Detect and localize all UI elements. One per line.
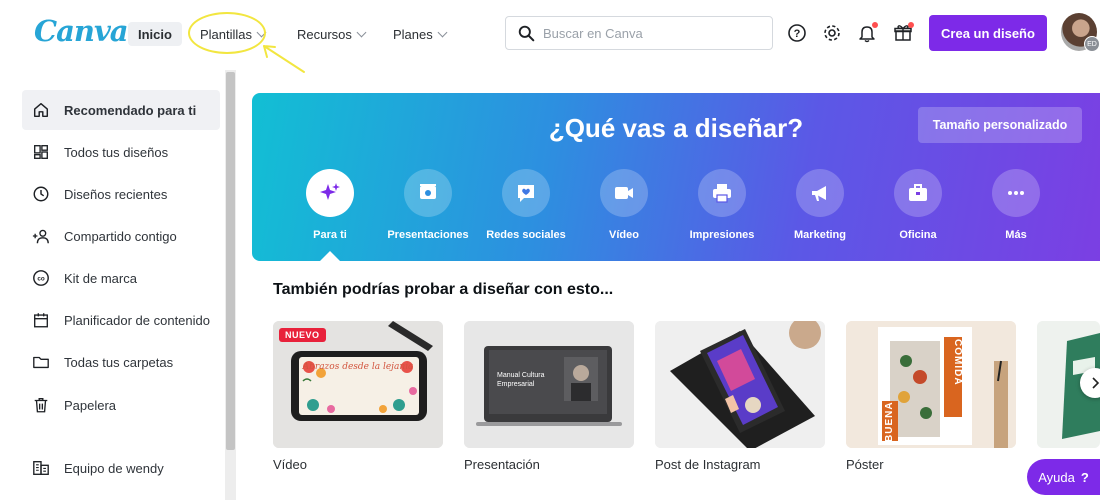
sidebar-item-label: Compartido contigo	[64, 228, 177, 244]
trash-icon	[34, 398, 48, 413]
sidebar-item-recomendado[interactable]: Recomendado para ti	[22, 90, 220, 130]
suggestions-title: También podrías probar a diseñar con est…	[273, 281, 614, 298]
briefcase-icon	[894, 169, 942, 217]
card-poster[interactable]	[846, 321, 1016, 448]
nav-planes[interactable]: Planes	[393, 22, 448, 46]
hero-banner: ¿Qué vas a diseñar? Tamaño personalizado…	[252, 93, 1100, 261]
chevron-down-icon	[356, 27, 367, 37]
category-presentaciones[interactable]: Presentaciones	[376, 169, 480, 241]
card-thumbnail-text: Manual Cultura Empresarial	[497, 372, 545, 388]
card-thumbnail-text: BUENA	[884, 401, 895, 442]
annotation-arrow-icon	[263, 45, 305, 73]
category-label: Marketing	[794, 229, 846, 241]
sidebar-item-planificador[interactable]: Planificador de contenido	[22, 300, 220, 340]
category-label: Impresiones	[689, 229, 755, 241]
avatar-initials-badge: ED	[1084, 36, 1100, 52]
sidebar-item-label: Papelera	[64, 397, 117, 413]
presentation-icon	[404, 169, 452, 217]
help-label: Ayuda	[1038, 469, 1075, 485]
home-icon	[33, 102, 49, 118]
search-box[interactable]	[505, 16, 773, 50]
sidebar-item-recientes[interactable]: Diseños recientes	[22, 174, 220, 214]
selected-category-indicator	[320, 251, 340, 261]
card-label: Vídeo	[273, 457, 307, 472]
sidebar: Recomendado para ti Todos tus diseños Di…	[0, 68, 236, 500]
card-post-instagram[interactable]	[655, 321, 825, 448]
category-mas[interactable]: Más	[964, 169, 1068, 241]
notification-dot	[908, 22, 914, 28]
nav-label: Inicio	[138, 26, 172, 42]
sidebar-scrollbar-thumb[interactable]	[226, 72, 235, 450]
sidebar-item-compartido[interactable]: Compartido contigo	[22, 216, 220, 256]
instagram-thumbnail	[655, 321, 825, 448]
sidebar-item-label: Recomendado para ti	[64, 102, 197, 118]
card-thumbnail-text: COMIDA	[952, 339, 963, 386]
calendar-icon	[34, 313, 48, 328]
sidebar-item-label: Equipo de wendy	[64, 460, 164, 476]
chevron-down-icon	[437, 27, 448, 37]
sidebar-item-label: Diseños recientes	[64, 186, 168, 202]
category-marketing[interactable]: Marketing	[768, 169, 872, 241]
category-para-ti[interactable]: Para ti	[278, 169, 382, 241]
search-icon	[518, 25, 535, 41]
top-bar: Canva Inicio Plantillas Recursos Planes …	[0, 0, 1100, 73]
chevron-right-icon	[1092, 377, 1100, 389]
card-label: Presentación	[464, 457, 540, 472]
card-label: Post de Instagram	[655, 457, 761, 472]
nav-label: Planes	[393, 26, 433, 42]
category-label: Presentaciones	[387, 229, 469, 241]
card-label: Póster	[846, 457, 884, 472]
shared-users-icon	[32, 229, 49, 244]
card-thumbnail-text: Abrazos desde la lejanía	[302, 362, 414, 372]
sidebar-item-kit-marca[interactable]: co Kit de marca	[22, 258, 220, 298]
create-design-button[interactable]: Crea un diseño	[929, 15, 1047, 51]
sidebar-item-label: Todos tus diseños	[64, 144, 169, 160]
sidebar-item-label: Todas tus carpetas	[64, 354, 174, 370]
team-icon	[33, 461, 49, 475]
sidebar-item-todos-disenos[interactable]: Todos tus diseños	[22, 132, 220, 172]
custom-size-button[interactable]: Tamaño personalizado	[918, 107, 1082, 143]
search-input[interactable]	[543, 25, 763, 41]
sidebar-item-carpetas[interactable]: Todas tus carpetas	[22, 342, 220, 382]
notification-bell-icon[interactable]	[855, 21, 879, 45]
heart-chat-icon	[502, 169, 550, 217]
sidebar-item-equipo[interactable]: Equipo de wendy	[22, 448, 220, 488]
clock-icon	[33, 186, 49, 202]
category-label: Oficina	[899, 229, 937, 241]
grid-icon	[34, 145, 48, 159]
help-icon[interactable]: ?	[785, 21, 809, 45]
poster-thumbnail	[846, 321, 1016, 448]
gift-icon[interactable]	[891, 21, 915, 45]
svg-text:co: co	[37, 276, 45, 283]
sparkle-icon	[306, 169, 354, 217]
megaphone-icon	[796, 169, 844, 217]
category-impresiones[interactable]: Impresiones	[670, 169, 774, 241]
sidebar-item-label: Planificador de contenido	[64, 312, 210, 328]
nav-inicio[interactable]: Inicio	[128, 22, 182, 46]
category-label: Más	[1005, 229, 1027, 241]
sidebar-item-label: Kit de marca	[64, 270, 137, 286]
category-label: Para ti	[313, 229, 347, 241]
category-label: Vídeo	[609, 229, 639, 241]
category-video[interactable]: Vídeo	[572, 169, 676, 241]
video-camera-icon	[600, 169, 648, 217]
canva-logo[interactable]: Canva	[34, 14, 129, 48]
category-oficina[interactable]: Oficina	[866, 169, 970, 241]
category-redes-sociales[interactable]: Redes sociales	[474, 169, 578, 241]
printer-icon	[698, 169, 746, 217]
new-badge: NUEVO	[279, 328, 326, 342]
category-label: Redes sociales	[486, 229, 566, 241]
help-button[interactable]: Ayuda ?	[1027, 459, 1100, 495]
brand-kit-icon: co	[33, 270, 49, 286]
question-mark-icon: ?	[1080, 469, 1089, 485]
annotation-circle	[188, 12, 266, 54]
sidebar-item-papelera[interactable]: Papelera	[22, 385, 220, 425]
notification-dot	[872, 22, 878, 28]
settings-icon[interactable]	[820, 21, 844, 45]
svg-text:?: ?	[794, 28, 801, 40]
folder-icon	[33, 356, 49, 369]
more-dots-icon	[992, 169, 1040, 217]
